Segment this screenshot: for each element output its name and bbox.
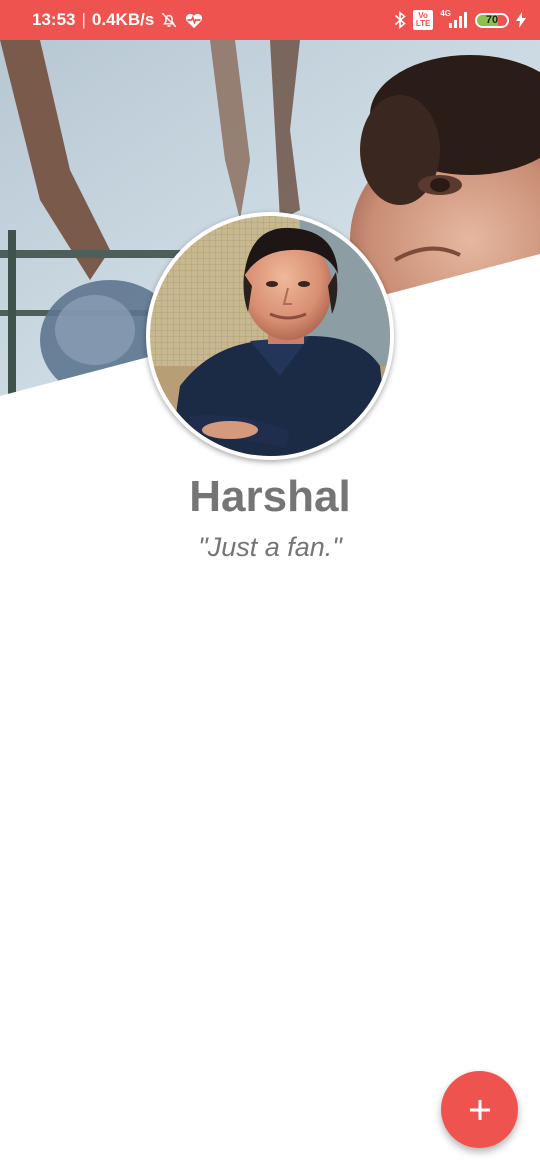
alarm-off-icon <box>160 11 178 29</box>
profile-tagline: "Just a fan." <box>198 532 342 562</box>
volte-icon: Vo LTE <box>412 10 434 30</box>
signal-icon: 4G <box>440 9 468 28</box>
bluetooth-icon <box>394 11 406 29</box>
status-bar: 13:53 | 0.4KB/s Vo LTE 4G 70 <box>0 0 540 40</box>
heart-monitor-icon <box>184 11 204 29</box>
battery-level: 70 <box>485 14 499 26</box>
charging-icon <box>516 12 526 28</box>
network-type: 4G <box>440 9 451 18</box>
profile-avatar[interactable] <box>146 212 394 460</box>
status-right: Vo LTE 4G 70 <box>394 10 526 30</box>
status-left: 13:53 | 0.4KB/s <box>32 10 204 30</box>
battery-icon: 70 <box>475 12 509 28</box>
status-separator: | <box>81 10 86 29</box>
volte-line2: LTE <box>415 19 431 28</box>
status-time: 13:53 <box>32 10 76 29</box>
plus-icon <box>469 1099 490 1120</box>
profile-name: Harshal <box>189 472 351 521</box>
add-fab-button[interactable] <box>441 1071 518 1148</box>
network-speed: 0.4KB/s <box>91 10 155 29</box>
avatar-photo <box>150 216 390 456</box>
